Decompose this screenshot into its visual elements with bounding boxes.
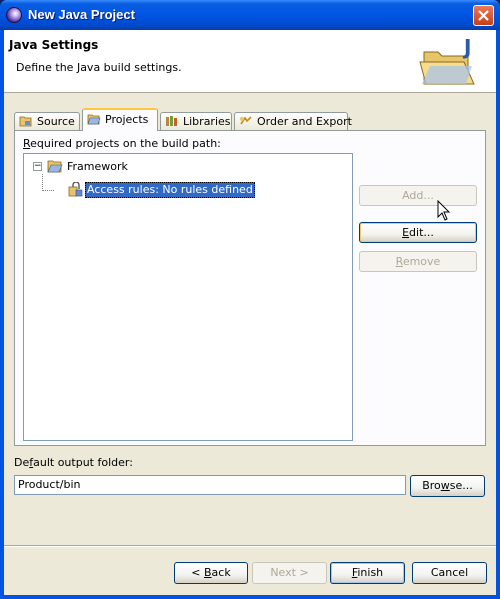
java-project-wizard-icon: J — [419, 36, 475, 85]
cancel-button[interactable]: Cancel — [412, 562, 487, 584]
window-title: New Java Project — [28, 7, 135, 22]
tab-libraries[interactable]: Libraries — [160, 112, 232, 130]
project-folder-icon — [47, 160, 63, 173]
collapse-icon[interactable]: − — [33, 162, 42, 171]
close-icon — [478, 10, 489, 21]
tab-label: Order and Export — [257, 115, 352, 128]
tab-source[interactable]: Source — [14, 112, 80, 130]
add-button[interactable]: Add... — [359, 185, 477, 206]
next-button[interactable]: Next > — [252, 562, 327, 584]
svg-text:J: J — [462, 36, 471, 59]
remove-button[interactable]: Remove — [359, 251, 477, 272]
tab-label: Projects — [105, 113, 149, 126]
default-output-folder-label: Default output folder: — [14, 456, 133, 469]
source-folder-icon — [19, 116, 32, 127]
tab-projects[interactable]: Projects — [82, 108, 158, 131]
close-button[interactable] — [473, 5, 494, 26]
tab-label: Source — [37, 115, 75, 128]
projects-tab-panel: Required projects on the build path: − F… — [14, 130, 486, 446]
page-title: Java Settings — [9, 38, 99, 52]
default-output-folder-input[interactable]: Product/bin — [14, 475, 406, 495]
edit-button[interactable]: Edit... — [359, 222, 477, 243]
browse-button[interactable]: Browse... — [410, 475, 485, 497]
required-projects-tree[interactable]: − Framework Access rules: No rules defin… — [23, 153, 353, 441]
page-description: Define the Java build settings. — [16, 61, 182, 74]
access-rules-icon — [68, 182, 83, 197]
title-bar[interactable]: New Java Project — [0, 0, 500, 30]
back-button[interactable]: < Back — [174, 562, 248, 584]
new-java-project-window: New Java Project Java Settings Define th… — [0, 0, 500, 599]
tree-connector — [42, 174, 43, 191]
eclipse-icon — [6, 7, 22, 23]
tree-item-access-rules[interactable]: Access rules: No rules defined — [85, 182, 255, 198]
libraries-icon — [166, 116, 177, 126]
tree-item-framework[interactable]: Framework — [67, 160, 128, 173]
required-projects-label: Required projects on the build path: — [23, 137, 221, 150]
order-export-icon — [240, 116, 252, 125]
tab-order-and-export[interactable]: Order and Export — [234, 112, 352, 130]
footer-separator — [4, 545, 496, 547]
wizard-header: Java Settings Define the Java build sett… — [4, 30, 496, 93]
tab-label: Libraries — [183, 115, 231, 128]
finish-button[interactable]: Finish — [330, 562, 405, 584]
tree-connector — [42, 190, 54, 191]
dialog-client-area: Java Settings Define the Java build sett… — [4, 30, 496, 595]
projects-folder-icon — [87, 114, 101, 125]
